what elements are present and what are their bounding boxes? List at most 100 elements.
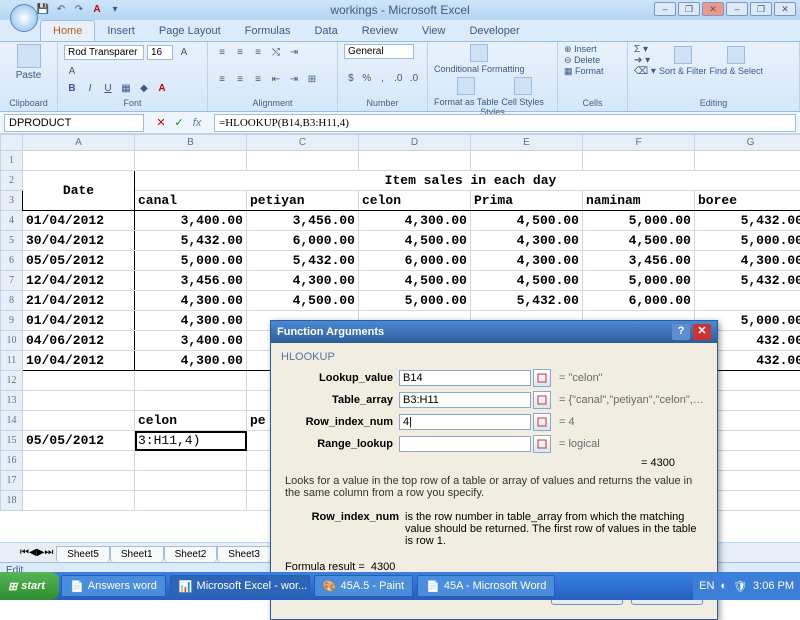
cell[interactable]: 4,300.00 bbox=[247, 271, 359, 291]
select-all-corner[interactable] bbox=[1, 135, 23, 151]
restore-button[interactable]: ❐ bbox=[678, 2, 700, 16]
grow-font-icon[interactable]: A bbox=[176, 44, 192, 60]
col-hdr-a[interactable]: A bbox=[23, 135, 135, 151]
cell[interactable]: 4,500.00 bbox=[359, 271, 471, 291]
cell[interactable]: 30/04/2012 bbox=[23, 231, 135, 251]
cell[interactable]: 3,456.00 bbox=[583, 251, 695, 271]
italic-icon[interactable]: I bbox=[82, 81, 98, 97]
cell[interactable]: 4,500.00 bbox=[359, 231, 471, 251]
cell[interactable]: 5,000.00 bbox=[695, 231, 800, 251]
underline-icon[interactable]: U bbox=[100, 81, 116, 97]
cell[interactable]: 4,300.00 bbox=[359, 211, 471, 231]
cell[interactable]: 5,432.00 bbox=[695, 211, 800, 231]
row-hdr[interactable]: 14 bbox=[1, 411, 23, 431]
cell[interactable]: 4,300.00 bbox=[135, 291, 247, 311]
row-hdr[interactable]: 16 bbox=[1, 451, 23, 471]
cells-insert-button[interactable]: ⊕ Insert bbox=[564, 44, 621, 55]
tab-formulas[interactable]: Formulas bbox=[233, 21, 303, 41]
cell[interactable]: 5,000.00 bbox=[359, 291, 471, 311]
cell[interactable] bbox=[695, 291, 800, 311]
cell[interactable]: 4,300.00 bbox=[471, 231, 583, 251]
nav-prev-icon[interactable]: ◀ bbox=[29, 547, 37, 558]
doc-minimize-button[interactable]: – bbox=[726, 2, 748, 16]
cell[interactable]: 4,500.00 bbox=[583, 231, 695, 251]
cell[interactable]: 05/05/2012 bbox=[23, 251, 135, 271]
merge-icon[interactable]: ⊞ bbox=[304, 71, 320, 87]
doc-restore-button[interactable]: ❐ bbox=[750, 2, 772, 16]
tray-icon[interactable]: 🛡 bbox=[733, 580, 747, 593]
border-icon[interactable]: ▦ bbox=[118, 81, 134, 97]
close-button[interactable]: ✕ bbox=[702, 2, 724, 16]
font-name-input[interactable] bbox=[64, 45, 144, 60]
cell[interactable]: 12/04/2012 bbox=[23, 271, 135, 291]
indent-inc-icon[interactable]: ⇥ bbox=[286, 71, 302, 87]
start-button[interactable]: ⊞start bbox=[0, 572, 59, 600]
lang-indicator[interactable]: EN bbox=[699, 580, 714, 592]
cell[interactable]: naminam bbox=[583, 191, 695, 211]
cell[interactable]: 4,300.00 bbox=[695, 251, 800, 271]
cell[interactable]: 3,456.00 bbox=[135, 271, 247, 291]
paste-button[interactable]: Paste bbox=[6, 44, 51, 81]
number-format-input[interactable] bbox=[344, 44, 414, 59]
sort-filter-button[interactable]: Sort & Filter bbox=[659, 46, 707, 76]
font-size-input[interactable] bbox=[147, 45, 173, 60]
cancel-formula-icon[interactable]: ✕ bbox=[154, 116, 168, 130]
col-hdr-b[interactable]: B bbox=[135, 135, 247, 151]
row-hdr[interactable]: 10 bbox=[1, 331, 23, 351]
cell-a15[interactable]: 05/05/2012 bbox=[23, 431, 135, 451]
name-box[interactable] bbox=[4, 114, 144, 132]
cell[interactable]: 5,432.00 bbox=[247, 251, 359, 271]
align-right-icon[interactable]: ≡ bbox=[250, 71, 266, 87]
cells-delete-button[interactable]: ⊖ Delete bbox=[564, 55, 621, 66]
wrap-text-icon[interactable]: ⇥ bbox=[286, 44, 302, 60]
percent-icon[interactable]: % bbox=[360, 71, 374, 87]
date-header-cell[interactable]: Date bbox=[23, 171, 135, 211]
arg-input-lookup_value[interactable] bbox=[399, 370, 531, 386]
cell[interactable]: 5,000.00 bbox=[135, 251, 247, 271]
row-hdr[interactable]: 6 bbox=[1, 251, 23, 271]
cell[interactable]: 6,000.00 bbox=[247, 231, 359, 251]
formula-input[interactable] bbox=[214, 114, 796, 132]
col-hdr-e[interactable]: E bbox=[471, 135, 583, 151]
conditional-formatting-button[interactable]: Conditional Formatting bbox=[434, 44, 525, 74]
sheet-tab[interactable]: Sheet5 bbox=[56, 546, 110, 562]
dialog-close-button[interactable]: ✕ bbox=[693, 324, 711, 340]
cell[interactable]: Prima bbox=[471, 191, 583, 211]
cell[interactable]: 5,000.00 bbox=[583, 271, 695, 291]
row-hdr[interactable]: 4 bbox=[1, 211, 23, 231]
minimize-button[interactable]: – bbox=[654, 2, 676, 16]
cell[interactable]: 5,432.00 bbox=[471, 291, 583, 311]
align-middle-icon[interactable]: ≡ bbox=[232, 44, 248, 60]
orientation-icon[interactable]: ⤭ bbox=[268, 44, 284, 60]
find-select-button[interactable]: Find & Select bbox=[709, 46, 763, 76]
redo-icon[interactable]: ↷ bbox=[72, 2, 86, 16]
sheet-tab[interactable]: Sheet3 bbox=[217, 546, 271, 562]
taskbar-item-active[interactable]: 📊Microsoft Excel - wor... bbox=[170, 575, 310, 597]
row-hdr[interactable]: 9 bbox=[1, 311, 23, 331]
taskbar-item[interactable]: 📄Answers word bbox=[61, 575, 166, 597]
col-hdr-c[interactable]: C bbox=[247, 135, 359, 151]
col-hdr-g[interactable]: G bbox=[695, 135, 800, 151]
row-hdr[interactable]: 15 bbox=[1, 431, 23, 451]
cell-b14[interactable]: celon bbox=[135, 411, 247, 431]
doc-close-button[interactable]: ✕ bbox=[774, 2, 796, 16]
align-left-icon[interactable]: ≡ bbox=[214, 71, 230, 87]
row-hdr[interactable]: 2 bbox=[1, 171, 23, 191]
arg-input-row_index_num[interactable] bbox=[399, 414, 531, 430]
arg-input-table_array[interactable] bbox=[399, 392, 531, 408]
cell[interactable]: 21/04/2012 bbox=[23, 291, 135, 311]
cell[interactable]: 4,300.00 bbox=[471, 251, 583, 271]
nav-first-icon[interactable]: ⏮ bbox=[20, 547, 29, 558]
cell[interactable]: celon bbox=[359, 191, 471, 211]
cell[interactable]: 4,300.00 bbox=[135, 311, 247, 331]
tray-icon[interactable]: ◐ bbox=[720, 580, 727, 592]
cell[interactable]: 5,432.00 bbox=[695, 271, 800, 291]
row-hdr[interactable]: 12 bbox=[1, 371, 23, 391]
dec-decimal-icon[interactable]: .0 bbox=[407, 71, 421, 87]
cell[interactable]: 01/04/2012 bbox=[23, 211, 135, 231]
shrink-font-icon[interactable]: A bbox=[64, 63, 80, 79]
item-sales-header[interactable]: Item sales in each day bbox=[135, 171, 800, 191]
sheet-tab[interactable]: Sheet1 bbox=[110, 546, 164, 562]
cell[interactable]: 6,000.00 bbox=[359, 251, 471, 271]
undo-icon[interactable]: ↶ bbox=[54, 2, 68, 16]
